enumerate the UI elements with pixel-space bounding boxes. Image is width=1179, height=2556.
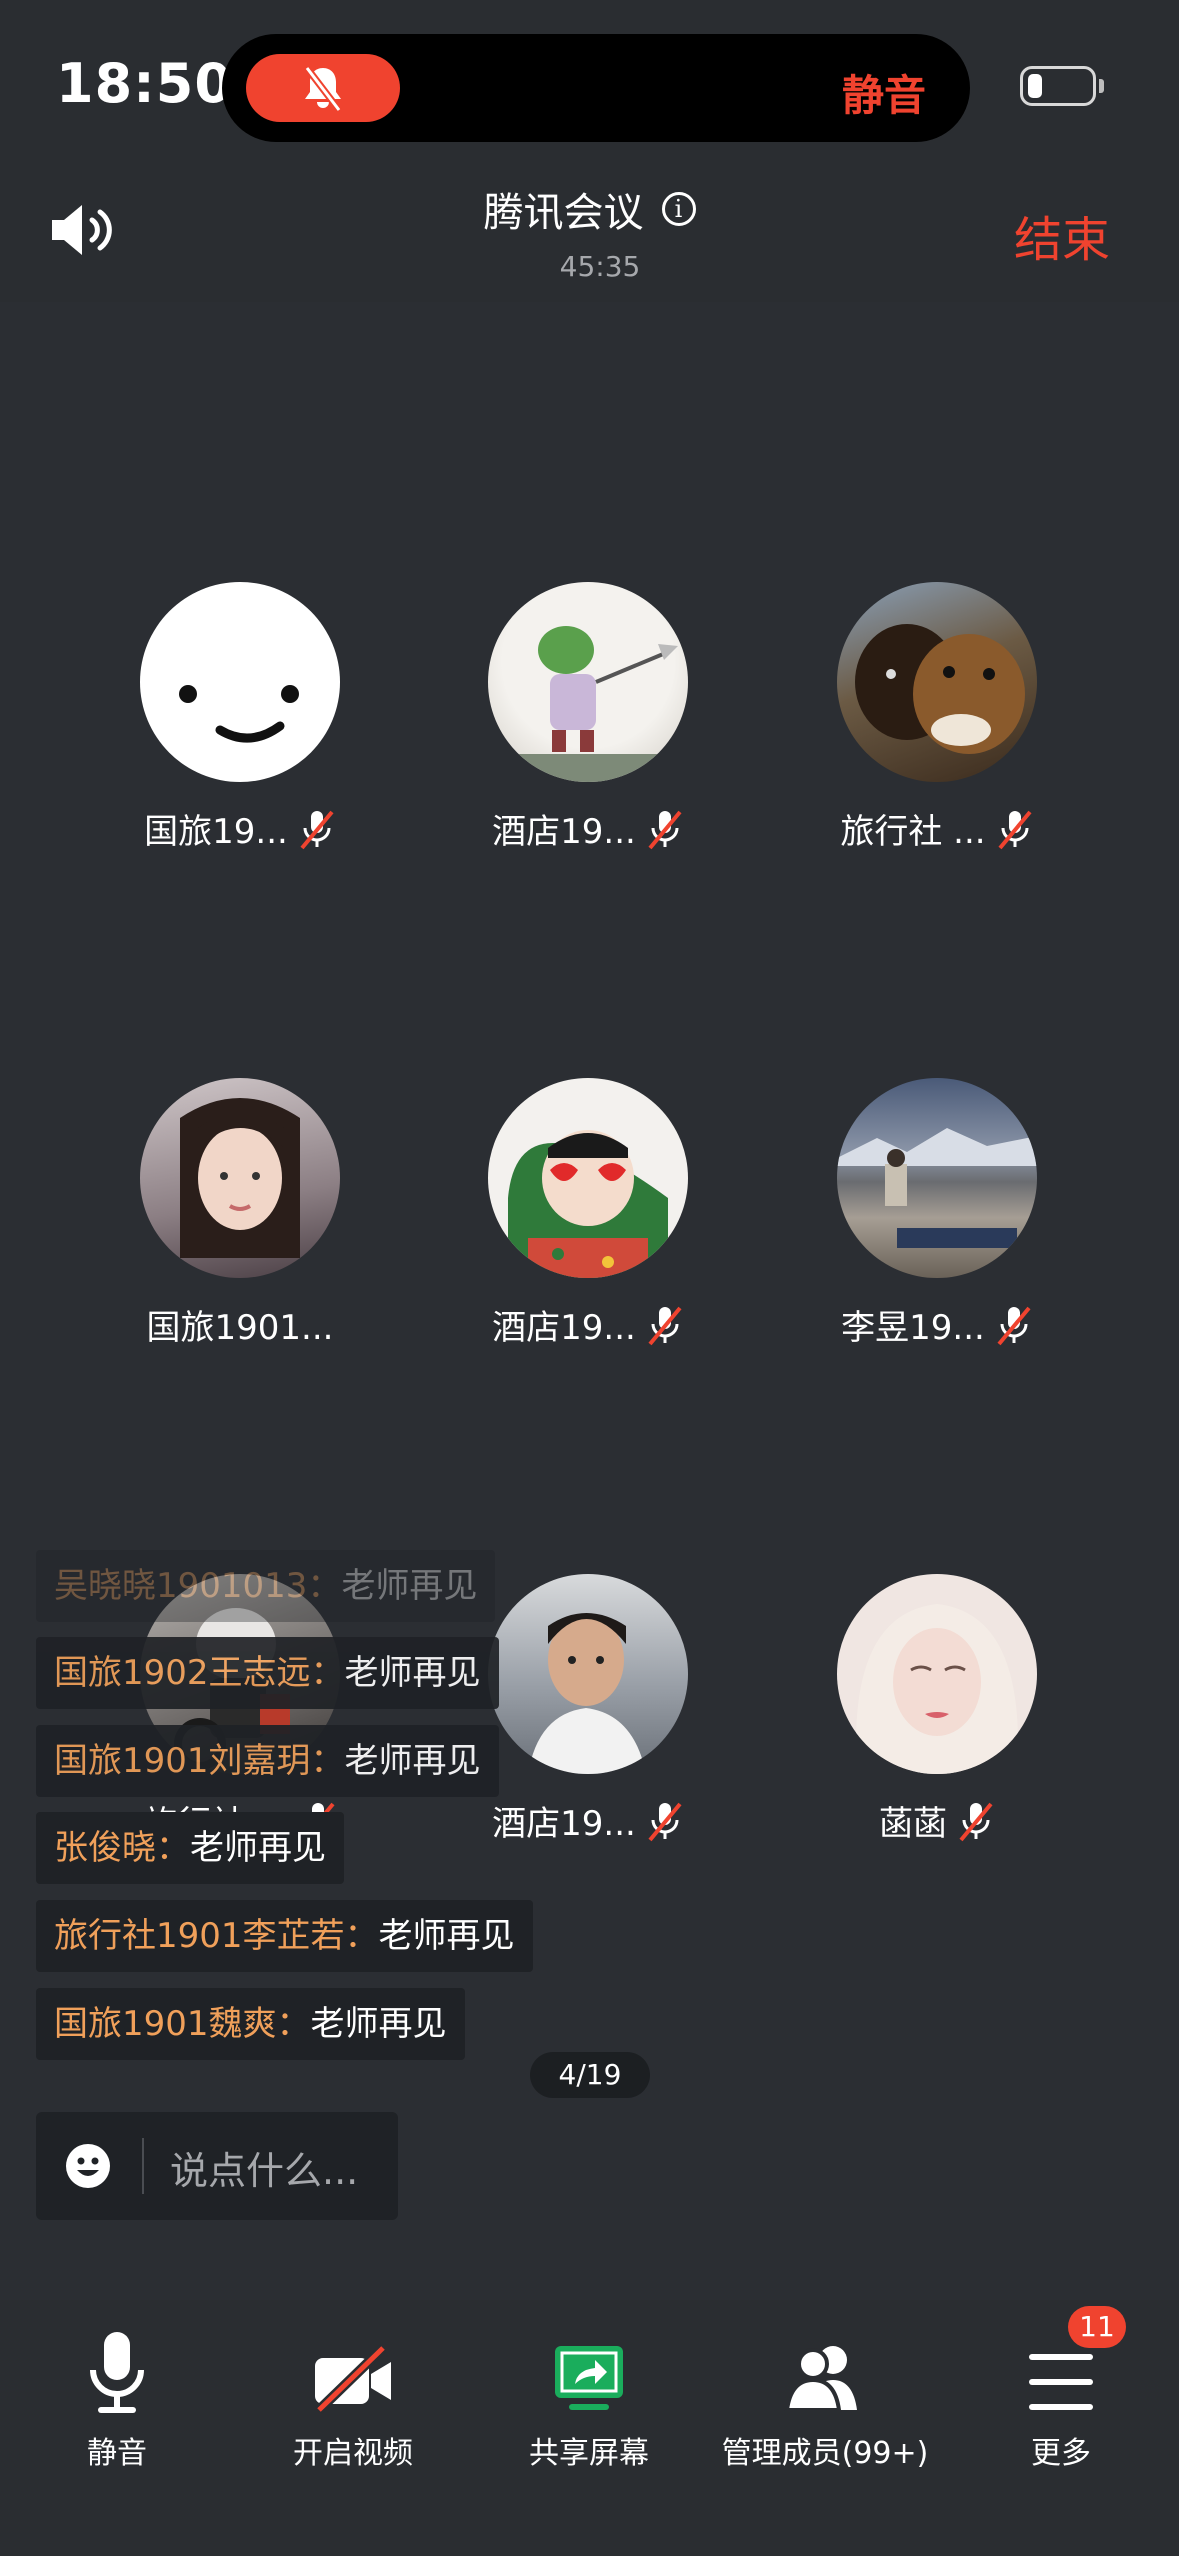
share-screen-label: 共享屏幕: [529, 2436, 649, 2471]
participant-name-row: 酒店19...: [418, 1300, 758, 1349]
avatar: [488, 1078, 688, 1278]
meeting-title[interactable]: 腾讯会议 i: [0, 180, 1179, 238]
avatar: [837, 1574, 1037, 1774]
mic-muted-icon: [648, 810, 682, 849]
participant-name: 菡菡: [879, 1804, 947, 1844]
microphone-icon: [90, 2332, 144, 2413]
participant-name-row: 旅行社 ...: [767, 804, 1107, 853]
chat-message: 张俊晓：老师再见: [36, 1812, 344, 1884]
mic-muted-icon: [648, 1306, 682, 1345]
participant-name: 国旅19...: [144, 812, 288, 852]
avatar: [837, 582, 1037, 782]
cartoon-warrior-avatar-image: [488, 626, 688, 782]
more-label: 更多: [1031, 2436, 1091, 2471]
participant-name: 旅行社 ...: [840, 812, 986, 852]
mute-label: 静音: [87, 2436, 147, 2471]
pale-girl-avatar-image: [856, 1604, 1018, 1774]
participant-name: 国旅1901...: [146, 1308, 334, 1348]
members-icon: [784, 2346, 857, 2412]
mute-button[interactable]: 静音: [2, 2318, 232, 2472]
dogs-avatar-image: [855, 624, 1025, 754]
avatar: [140, 582, 340, 782]
chat-text: 老师再见: [190, 1828, 326, 1868]
avatar: [488, 582, 688, 782]
end-meeting-button[interactable]: 结束: [1014, 200, 1110, 270]
meeting-title-text: 腾讯会议: [483, 190, 644, 236]
battery-icon: [1020, 66, 1096, 106]
chat-text: 老师再见: [341, 1566, 478, 1606]
participant-name: 酒店19...: [492, 1308, 636, 1348]
chat-text: 老师再见: [344, 1653, 481, 1693]
manage-members-label: 管理成员(99+): [721, 2436, 929, 2471]
bell-slash-icon: [304, 65, 342, 112]
chat-sender: 国旅1902王志远：: [54, 1653, 345, 1693]
participant-name-row: 李昱19...: [767, 1300, 1107, 1349]
participant-name-row: 酒店19...: [418, 804, 758, 853]
meeting-duration: 45:35: [559, 250, 641, 283]
chat-text: 老师再见: [310, 2004, 447, 2044]
mic-muted-icon: [997, 1306, 1031, 1345]
chat-placeholder[interactable]: 说点什么...: [170, 2140, 358, 2195]
more-button[interactable]: 更多: [946, 2318, 1176, 2472]
mic-muted-icon: [998, 810, 1032, 849]
chat-message: 吴晓晓1901013：老师再见: [36, 1550, 496, 1622]
smiley-avatar-image: [179, 685, 299, 743]
share-screen-icon: [555, 2346, 623, 2410]
chat-sender: 旅行社1901李芷若：: [54, 1916, 379, 1956]
landscape-avatar-image: [837, 1128, 1037, 1248]
avatar: [140, 1078, 340, 1278]
chat-input[interactable]: 说点什么...: [36, 2112, 398, 2220]
manage-members-button[interactable]: 管理成员(99+): [710, 2318, 940, 2472]
silent-mode-label: 静音: [842, 71, 927, 120]
share-screen-button[interactable]: 共享屏幕: [474, 2318, 704, 2472]
chat-text: 老师再见: [344, 1741, 481, 1781]
clock: 18:50: [56, 52, 233, 115]
chat-sender: 吴晓晓1901013：: [54, 1566, 342, 1606]
mic-muted-icon: [300, 810, 334, 849]
chat-message: 国旅1901刘嘉玥：老师再见: [36, 1725, 499, 1797]
chat-sender: 国旅1901魏爽：: [54, 2004, 311, 2044]
mic-muted-icon: [959, 1802, 993, 1841]
emoji-icon[interactable]: [64, 2142, 112, 2190]
input-divider: [142, 2138, 144, 2194]
chat-message: 旅行社1901李芷若：老师再见: [36, 1900, 533, 1972]
avatar: [488, 1574, 688, 1774]
chat-message: 国旅1901魏爽：老师再见: [36, 1988, 465, 2060]
participant-name-row: 国旅19...: [70, 804, 410, 853]
info-icon[interactable]: i: [661, 192, 696, 226]
chat-text: 老师再见: [378, 1916, 515, 1956]
page-indicator: 4/19: [530, 2052, 650, 2098]
participant-name-row: 酒店19...: [418, 1796, 758, 1845]
mic-muted-icon: [648, 1802, 682, 1841]
man-portrait-avatar-image: [528, 1613, 646, 1774]
participant-name: 李昱19...: [841, 1308, 985, 1348]
girl-portrait-avatar-image: [180, 1098, 300, 1258]
video-off-icon: [315, 2344, 391, 2414]
avatar: [837, 1078, 1037, 1278]
menu-icon: [1029, 2354, 1093, 2410]
chat-sender: 国旅1901刘嘉玥：: [54, 1741, 345, 1781]
chat-message: 国旅1902王志远：老师再见: [36, 1637, 499, 1709]
notification-badge: 11: [1068, 2306, 1126, 2348]
silent-mode-pill: [246, 54, 400, 122]
child-sunglasses-avatar-image: [508, 1130, 668, 1278]
participant-name: 酒店19...: [492, 812, 636, 852]
start-video-button[interactable]: 开启视频: [238, 2318, 468, 2472]
participant-name-row: 国旅1901...: [70, 1300, 410, 1349]
start-video-label: 开启视频: [293, 2436, 413, 2471]
participant-name: 酒店19...: [492, 1804, 636, 1844]
battery-cap: [1099, 79, 1104, 93]
participant-name-row: 菡菡: [767, 1796, 1107, 1845]
chat-sender: 张俊晓：: [54, 1828, 190, 1868]
